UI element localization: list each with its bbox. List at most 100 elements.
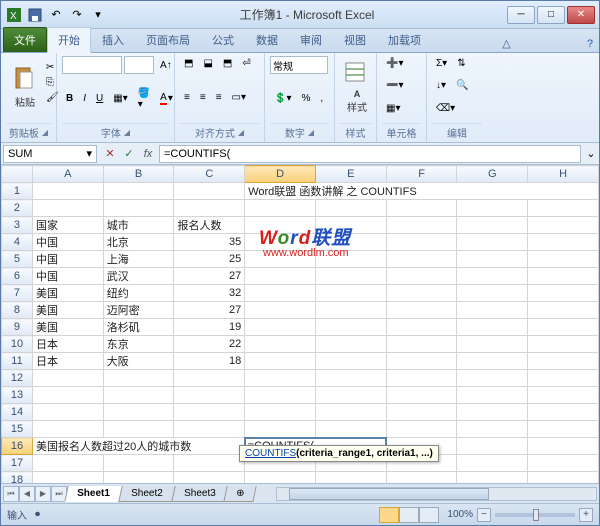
clear-icon[interactable]: ⌫▾: [432, 101, 459, 116]
col-header[interactable]: H: [528, 166, 599, 183]
row-header[interactable]: 7: [2, 285, 33, 302]
row-header[interactable]: 3: [2, 217, 33, 234]
zoom-slider[interactable]: [495, 513, 575, 517]
wrap-text-icon[interactable]: ⏎: [238, 56, 254, 71]
tab-formulas[interactable]: 公式: [201, 27, 245, 52]
comma-icon[interactable]: ,: [316, 91, 327, 106]
number-launcher[interactable]: ◢: [308, 128, 314, 137]
zoom-out-icon[interactable]: −: [477, 508, 491, 522]
align-right-icon[interactable]: ≡: [212, 90, 226, 105]
cell[interactable]: 35: [174, 234, 245, 251]
row-header[interactable]: 14: [2, 404, 33, 421]
merge-icon[interactable]: ▭▾: [228, 90, 250, 105]
save-icon[interactable]: [26, 6, 44, 24]
undo-icon[interactable]: ↶: [47, 6, 65, 24]
first-sheet-icon[interactable]: ⏮: [3, 486, 19, 502]
cell[interactable]: 日本: [32, 336, 103, 353]
enter-formula-icon[interactable]: ✓: [120, 145, 138, 163]
tab-review[interactable]: 审阅: [289, 27, 333, 52]
font-family-combo[interactable]: [62, 56, 122, 74]
fill-color-icon[interactable]: 🪣▾: [134, 86, 154, 112]
fx-icon[interactable]: fx: [139, 145, 157, 163]
maximize-button[interactable]: □: [537, 6, 565, 24]
cell[interactable]: 27: [174, 302, 245, 319]
cell[interactable]: 美国: [32, 285, 103, 302]
name-box[interactable]: SUM ▾: [3, 145, 97, 163]
paste-button[interactable]: 粘贴: [6, 56, 44, 118]
cell[interactable]: 日本: [32, 353, 103, 370]
bold-icon[interactable]: B: [62, 91, 77, 106]
col-header[interactable]: G: [457, 166, 528, 183]
cell[interactable]: 22: [174, 336, 245, 353]
tab-view[interactable]: 视图: [333, 27, 377, 52]
insert-cells-icon[interactable]: ➕▾: [382, 56, 407, 71]
italic-icon[interactable]: I: [79, 91, 90, 106]
row-header[interactable]: 8: [2, 302, 33, 319]
excel-icon[interactable]: X: [5, 6, 23, 24]
cell[interactable]: 25: [174, 251, 245, 268]
align-center-icon[interactable]: ≡: [196, 90, 210, 105]
cell[interactable]: Word联盟 函数讲解 之 COUNTIFS: [245, 183, 599, 200]
new-sheet-icon[interactable]: ⊕: [224, 486, 258, 502]
cell[interactable]: 18: [174, 353, 245, 370]
cell[interactable]: 武汉: [103, 268, 174, 285]
next-sheet-icon[interactable]: ▶: [35, 486, 51, 502]
tab-insert[interactable]: 插入: [91, 27, 135, 52]
align-bottom-icon[interactable]: ⬒: [219, 56, 236, 71]
sort-icon[interactable]: ⇅: [453, 56, 469, 71]
cell[interactable]: 大阪: [103, 353, 174, 370]
col-header[interactable]: F: [386, 166, 457, 183]
macro-record-icon[interactable]: ⏺: [35, 509, 40, 520]
cell[interactable]: 上海: [103, 251, 174, 268]
sheet-tab[interactable]: Sheet1: [64, 486, 122, 502]
sheet-tab[interactable]: Sheet2: [118, 486, 175, 502]
align-top-icon[interactable]: ⬒: [180, 56, 197, 71]
number-format-combo[interactable]: [270, 56, 328, 74]
tab-home[interactable]: 开始: [47, 27, 91, 53]
tab-file[interactable]: 文件: [3, 27, 47, 52]
delete-cells-icon[interactable]: ➖▾: [382, 78, 407, 93]
col-header[interactable]: D: [245, 166, 316, 183]
sheet-tab[interactable]: Sheet3: [171, 486, 228, 502]
increase-font-icon[interactable]: A↑: [156, 58, 176, 73]
align-launcher[interactable]: ◢: [238, 128, 244, 137]
row-header[interactable]: 5: [2, 251, 33, 268]
page-break-view-icon[interactable]: [419, 507, 439, 523]
col-header[interactable]: B: [103, 166, 174, 183]
tab-data[interactable]: 数据: [245, 27, 289, 52]
cell[interactable]: 迈阿密: [103, 302, 174, 319]
font-size-combo[interactable]: [124, 56, 154, 74]
align-middle-icon[interactable]: ⬓: [199, 56, 216, 71]
cell[interactable]: 洛杉矶: [103, 319, 174, 336]
cell[interactable]: 美国报名人数超过20人的城市数: [32, 438, 244, 455]
cell[interactable]: 美国: [32, 302, 103, 319]
cell[interactable]: 中国: [32, 234, 103, 251]
row-header[interactable]: 16: [2, 438, 33, 455]
col-header[interactable]: A: [32, 166, 103, 183]
row-header[interactable]: 13: [2, 387, 33, 404]
format-painter-icon[interactable]: 🖌: [42, 90, 63, 105]
styles-button[interactable]: A 样式: [340, 56, 374, 118]
redo-icon[interactable]: ↷: [68, 6, 86, 24]
tab-addins[interactable]: 加载项: [377, 27, 432, 52]
normal-view-icon[interactable]: [379, 507, 399, 523]
col-header[interactable]: E: [315, 166, 386, 183]
worksheet-grid[interactable]: A B C D E F G H 1Word联盟 函数讲解 之 COUNTIFS …: [1, 165, 599, 483]
font-launcher[interactable]: ◢: [124, 128, 130, 137]
underline-icon[interactable]: U: [92, 91, 107, 106]
expand-formula-icon[interactable]: ⌄: [583, 147, 599, 160]
cell[interactable]: 19: [174, 319, 245, 336]
cut-icon[interactable]: ✂: [42, 60, 63, 75]
help-icon[interactable]: ?: [581, 36, 599, 52]
row-header[interactable]: 17: [2, 455, 33, 472]
copy-icon[interactable]: ⎘: [42, 75, 63, 90]
cell[interactable]: 27: [174, 268, 245, 285]
qat-dropdown-icon[interactable]: ▾: [89, 6, 107, 24]
select-all-corner[interactable]: [2, 166, 33, 183]
horizontal-scrollbar[interactable]: [276, 487, 597, 501]
prev-sheet-icon[interactable]: ◀: [19, 486, 35, 502]
find-icon[interactable]: 🔍: [452, 78, 472, 93]
format-cells-icon[interactable]: ▦▾: [382, 101, 404, 116]
row-header[interactable]: 11: [2, 353, 33, 370]
cell[interactable]: 中国: [32, 268, 103, 285]
